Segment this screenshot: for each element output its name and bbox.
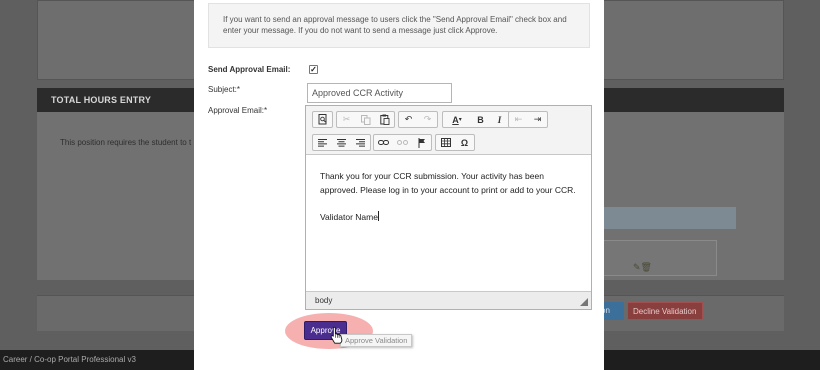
align-left-icon[interactable] — [313, 135, 332, 150]
special-char-icon[interactable]: Ω — [455, 135, 474, 150]
outdent-icon[interactable]: ⇤ — [509, 112, 528, 127]
editor-signature: Validator Name — [320, 210, 379, 222]
cut-icon[interactable]: ✂ — [337, 112, 356, 127]
toolbar-group-links — [373, 134, 432, 151]
decline-validation-button[interactable]: Decline Validation — [627, 302, 703, 320]
paste-icon[interactable] — [375, 112, 394, 127]
approve-tooltip: Approve Validation — [340, 334, 413, 347]
editor-toolbar: ✂ ↶ ↷ A ▾ B I ⇤ ⇥ Ω — [306, 106, 591, 155]
editor-paragraph: Thank you for your CCR submission. Your … — [320, 171, 576, 195]
unlink-icon[interactable] — [393, 135, 412, 150]
background-entry-box — [600, 240, 717, 276]
element-path[interactable]: body — [315, 296, 332, 305]
indent-icon[interactable]: ⇥ — [528, 112, 547, 127]
toolbar-group-clipboard: ✂ — [336, 111, 395, 128]
table-icon[interactable] — [436, 135, 455, 150]
italic-icon[interactable]: I — [490, 112, 509, 127]
toolbar-group-format: A ▾ B I — [442, 111, 510, 128]
toolbar-group-align — [312, 134, 371, 151]
send-approval-email-label: Send Approval Email: — [208, 65, 291, 74]
info-message: If you want to send an approval message … — [208, 3, 590, 48]
resize-handle-icon[interactable] — [580, 298, 588, 306]
align-center-icon[interactable] — [332, 135, 351, 150]
background-highlight-strip — [600, 207, 736, 229]
bold-icon[interactable]: B — [471, 112, 490, 127]
editor-content-area[interactable]: Thank you for your CCR submission. Your … — [306, 156, 591, 291]
approval-email-label: Approval Email:* — [208, 106, 268, 115]
undo-icon[interactable]: ↶ — [399, 112, 418, 127]
text-color-icon[interactable]: A ▾ — [443, 112, 471, 127]
anchor-flag-icon[interactable] — [412, 135, 431, 150]
toolbar-group-insert: Ω — [435, 134, 475, 151]
link-icon[interactable] — [374, 135, 393, 150]
toolbar-group-history: ↶ ↷ — [398, 111, 438, 128]
editor-statusbar: body — [306, 291, 591, 309]
subject-label: Subject:* — [208, 85, 241, 94]
edit-delete-icons[interactable]: ✎🗑 — [633, 262, 652, 273]
copy-icon[interactable] — [356, 112, 375, 127]
hand-cursor-icon — [330, 326, 343, 344]
background-body-text: This position requires the student to t — [60, 138, 192, 147]
preview-icon[interactable] — [313, 112, 332, 127]
align-right-icon[interactable] — [351, 135, 370, 150]
rich-text-editor: ✂ ↶ ↷ A ▾ B I ⇤ ⇥ Ω Thank you for your C… — [305, 105, 592, 310]
text-caret — [377, 210, 379, 221]
toolbar-group-document — [312, 111, 333, 128]
redo-icon[interactable]: ↷ — [418, 112, 437, 127]
approval-modal: If you want to send an approval message … — [194, 0, 604, 370]
toolbar-group-indent: ⇤ ⇥ — [508, 111, 548, 128]
send-approval-email-checkbox[interactable]: ✓ — [309, 65, 318, 74]
subject-input[interactable] — [307, 83, 452, 103]
